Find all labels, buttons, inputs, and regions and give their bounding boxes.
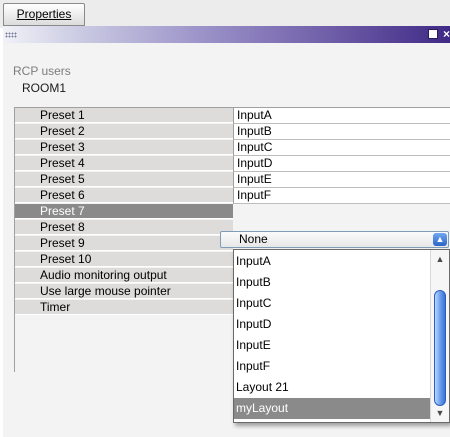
property-name: Preset 6 — [15, 188, 233, 203]
property-row[interactable]: Preset 6 InputF — [15, 188, 450, 204]
property-row[interactable]: Preset 5 InputE — [15, 172, 450, 188]
preset-7-combobox[interactable]: None ▲︎ — [220, 231, 449, 248]
property-row[interactable]: Preset 4 InputD — [15, 156, 450, 172]
property-name: Audio monitoring output — [15, 268, 233, 283]
property-name: Preset 4 — [15, 156, 233, 171]
dropdown-option[interactable]: Layout 21 — [234, 377, 432, 398]
dropdown-option[interactable]: InputC — [234, 293, 432, 314]
property-value[interactable]: InputE — [233, 172, 450, 188]
dropdown-scrollbar[interactable]: ▲ ▼ — [430, 250, 449, 422]
drag-grip-icon[interactable] — [5, 32, 17, 38]
property-name: Preset 3 — [15, 140, 233, 155]
dropdown-option[interactable]: InputD — [234, 314, 432, 335]
property-name: Preset 5 — [15, 172, 233, 187]
room-name: ROOM1 — [22, 81, 67, 95]
dropdown-option[interactable]: InputE — [234, 335, 432, 356]
dropdown-option[interactable]: InputF — [234, 356, 432, 377]
property-name: Preset 9 — [15, 236, 233, 251]
section-label: RCP users — [13, 64, 71, 78]
dropdown-option[interactable]: InputA — [234, 251, 432, 272]
property-name: Preset 10 — [15, 252, 233, 267]
dropdown-list: myLayout Layout 21 InputF InputE InputD Input… — [233, 249, 450, 423]
tab-properties-label: Properties — [16, 7, 72, 21]
property-name: Preset 7 — [15, 204, 233, 219]
property-name: Preset 8 — [15, 220, 233, 235]
scroll-thumb[interactable] — [434, 290, 446, 406]
tab-properties[interactable]: Properties — [3, 3, 85, 26]
scroll-up-arrow-icon[interactable]: ▲ — [431, 252, 449, 266]
property-value[interactable]: InputC — [233, 140, 450, 156]
scroll-down-arrow-icon[interactable]: ▼ — [431, 406, 449, 420]
property-name: Preset 2 — [15, 124, 233, 139]
property-value[interactable]: InputF — [233, 188, 450, 204]
property-row[interactable]: Preset 7 — [15, 204, 450, 220]
property-row[interactable]: Preset 2 InputB — [15, 124, 450, 140]
property-name: Use large mouse pointer — [15, 284, 233, 299]
property-value[interactable]: InputA — [233, 108, 450, 124]
close-icon[interactable]: × — [443, 26, 450, 43]
property-value[interactable]: InputD — [233, 156, 450, 172]
property-row[interactable]: Preset 1 InputA — [15, 108, 450, 124]
property-name: Preset 1 — [15, 108, 233, 123]
property-row[interactable]: Preset 3 InputC — [15, 140, 450, 156]
combobox-value: None — [239, 232, 268, 246]
dropdown-option[interactable]: InputB — [234, 272, 432, 293]
dropdown-option[interactable]: myLayout — [234, 398, 432, 419]
property-name: Timer — [15, 300, 233, 315]
property-value[interactable]: InputB — [233, 124, 450, 140]
updown-arrow-icon[interactable]: ▲︎ — [433, 233, 447, 246]
panel-title-bar[interactable]: × — [3, 26, 450, 43]
maximize-icon[interactable] — [428, 29, 438, 39]
tab-bar: Properties — [0, 0, 450, 28]
